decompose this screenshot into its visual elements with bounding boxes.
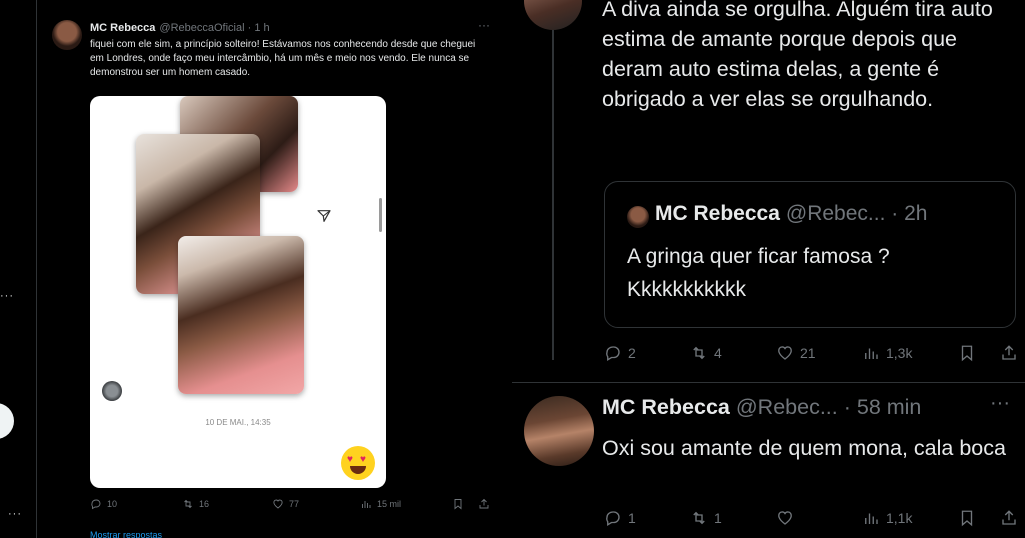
tweet-text: fiquei com ele sim, a princípio solteiro… — [90, 39, 476, 78]
tweet-actions: 10 16 77 15 mil — [90, 498, 490, 516]
left-screenshot-panel: ··· ··· MC Rebecca @RebeccaOficial · 1 h … — [0, 0, 512, 538]
heart-icon — [778, 511, 792, 525]
like-count: 77 — [289, 499, 300, 509]
sidebar-divider — [36, 0, 37, 538]
bookmark-icon — [961, 345, 973, 362]
tweet-more-icon[interactable]: ··· — [990, 392, 1010, 415]
view-count: 1,3k — [886, 345, 913, 361]
avatar[interactable] — [524, 0, 582, 30]
author-handle[interactable]: @Rebec... · 58 min — [736, 395, 922, 419]
chat-avatar — [102, 381, 122, 401]
reply-count: 2 — [628, 345, 636, 361]
views-button[interactable]: 1,1k — [862, 509, 912, 527]
bookmark-button[interactable] — [958, 509, 976, 527]
repost-button[interactable]: 1 — [690, 509, 722, 527]
like-button[interactable] — [776, 509, 800, 527]
repost-button[interactable]: 4 — [690, 344, 722, 362]
share-icon — [1002, 510, 1016, 525]
reply-icon — [91, 499, 101, 510]
tweet-header: MC Rebecca @Rebec... · 58 min — [602, 395, 921, 420]
views-icon — [865, 348, 878, 359]
repost-icon — [693, 511, 705, 525]
show-replies-link[interactable]: Mostrar respostas — [90, 530, 162, 538]
quoted-tweet[interactable]: MC Rebecca @Rebec... · 2h A gringa quer f… — [604, 181, 1016, 328]
chat-timestamp: 10 DE MAI., 14:35 — [205, 418, 271, 427]
repost-count: 16 — [199, 499, 210, 509]
views-button[interactable]: 15 mil — [360, 498, 401, 510]
heart-icon — [273, 499, 283, 509]
reply-icon — [606, 346, 620, 361]
avatar[interactable] — [52, 20, 82, 50]
quoted-avatar — [627, 206, 649, 228]
reply-count: 10 — [107, 499, 118, 509]
view-count: 15 mil — [377, 499, 402, 509]
share-icon — [1002, 345, 1016, 360]
repost-button[interactable]: 16 — [182, 498, 209, 510]
reply-tweet-text: A diva ainda se orgulha. Alguém tira aut… — [602, 0, 993, 111]
tweet-separator — [512, 382, 1025, 383]
repost-count: 4 — [714, 345, 722, 361]
chat-photo-3 — [178, 236, 304, 394]
quoted-text-line-2: Kkkkkkkkkkk — [627, 278, 747, 301]
quoted-tweet-header: MC Rebecca @Rebec... · 2h — [655, 202, 927, 226]
tweet-text: Oxi sou amante de quem mona, cala boca — [602, 436, 1006, 460]
repost-icon — [693, 346, 705, 360]
bookmark-icon — [961, 510, 973, 527]
more-icon[interactable]: ··· — [0, 290, 14, 302]
tweet-actions: 1 1 1,1k — [604, 509, 1024, 533]
quoted-text-line-1: A gringa quer ficar famosa ? — [627, 245, 890, 268]
heart-icon — [778, 346, 792, 360]
quoted-tweet-text: A gringa quer ficar famosa ? Kkkkkkkkkkk — [627, 240, 1007, 306]
quoted-author-handle: @Rebec... · 2h — [785, 202, 928, 225]
heart-eyes-emoji-icon: ♥ ♥ — [341, 446, 375, 480]
reply-count: 1 — [628, 510, 636, 526]
reply-button[interactable]: 2 — [604, 344, 636, 362]
views-icon — [362, 501, 371, 508]
author-handle[interactable]: @RebeccaOficial · 1 h — [159, 22, 269, 34]
view-count: 1,1k — [886, 510, 913, 526]
reply-icon — [606, 511, 620, 526]
share-button[interactable] — [1000, 344, 1018, 362]
compose-button-edge[interactable] — [0, 403, 14, 439]
send-icon — [317, 210, 331, 222]
account-more-icon[interactable]: ··· — [8, 508, 22, 520]
like-button[interactable]: 77 — [272, 498, 299, 510]
repost-count: 1 — [714, 510, 722, 526]
bookmark-button[interactable] — [958, 344, 976, 362]
tweet-more-icon[interactable]: ··· — [478, 18, 490, 32]
views-button[interactable]: 1,3k — [862, 344, 912, 362]
thread-line — [552, 30, 554, 360]
avatar[interactable] — [524, 396, 594, 466]
bookmark-button[interactable] — [452, 498, 464, 510]
like-button[interactable]: 21 — [776, 344, 816, 362]
author-name[interactable]: MC Rebecca — [602, 395, 730, 419]
like-count: 21 — [800, 345, 816, 361]
views-icon — [865, 513, 878, 524]
tweet-actions: 2 4 21 1,3k — [604, 344, 1024, 368]
reply-button[interactable]: 10 — [90, 498, 117, 510]
share-icon — [479, 498, 489, 509]
author-name[interactable]: MC Rebecca — [90, 22, 155, 34]
tweet-image[interactable]: 10 DE MAI., 14:35 ♥ ♥ — [90, 96, 386, 488]
share-button[interactable] — [1000, 509, 1018, 527]
reply-button[interactable]: 1 — [604, 509, 636, 527]
quoted-author-name: MC Rebecca — [655, 202, 780, 225]
bookmark-icon — [454, 499, 462, 510]
right-screenshot-panel: A diva ainda se orgulha. Alguém tira aut… — [512, 0, 1025, 538]
scrollbar — [379, 198, 382, 232]
tweet-header: MC Rebecca @RebeccaOficial · 1 h — [90, 22, 270, 34]
share-button[interactable] — [478, 498, 490, 510]
repost-icon — [184, 499, 192, 509]
